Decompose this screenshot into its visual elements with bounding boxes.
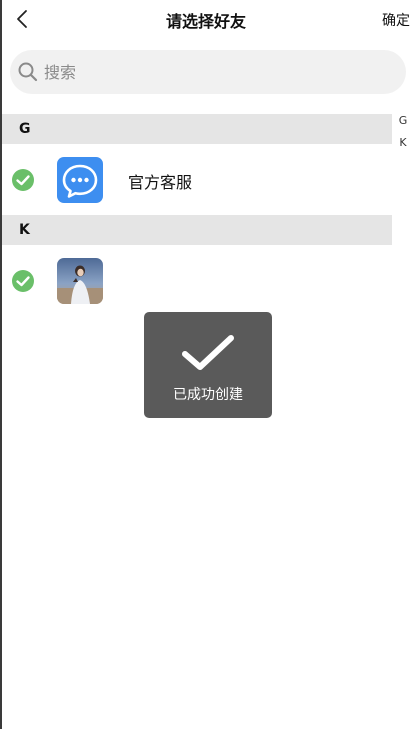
toast-message: 已成功创建 [173,387,243,403]
section-header-k: K [2,215,392,245]
list-item[interactable]: 官方客服 [2,145,392,215]
section-header-g: G [2,114,392,144]
checked-circle-icon[interactable] [12,270,34,292]
chat-bubble-icon [57,157,103,203]
header: 请选择好友 确定 [0,0,412,40]
list-item[interactable] [2,246,392,316]
photo-avatar-image [57,258,103,304]
checked-circle-icon[interactable] [12,169,34,191]
success-toast: 已成功创建 [144,312,272,418]
contact-name: 官方客服 [128,173,193,192]
avatar [57,157,103,203]
page-title: 请选择好友 [165,12,246,31]
confirm-button[interactable]: 确定 [382,10,410,30]
alphabet-index-bar[interactable]: G K [396,110,410,154]
checkmark-icon [182,335,234,370]
index-letter-k[interactable]: K [396,132,410,154]
search-icon [18,62,38,82]
search-bar[interactable] [10,50,406,94]
avatar [57,258,103,304]
left-edge-divider [0,0,2,729]
search-input[interactable] [44,62,374,82]
index-letter-g[interactable]: G [396,110,410,132]
